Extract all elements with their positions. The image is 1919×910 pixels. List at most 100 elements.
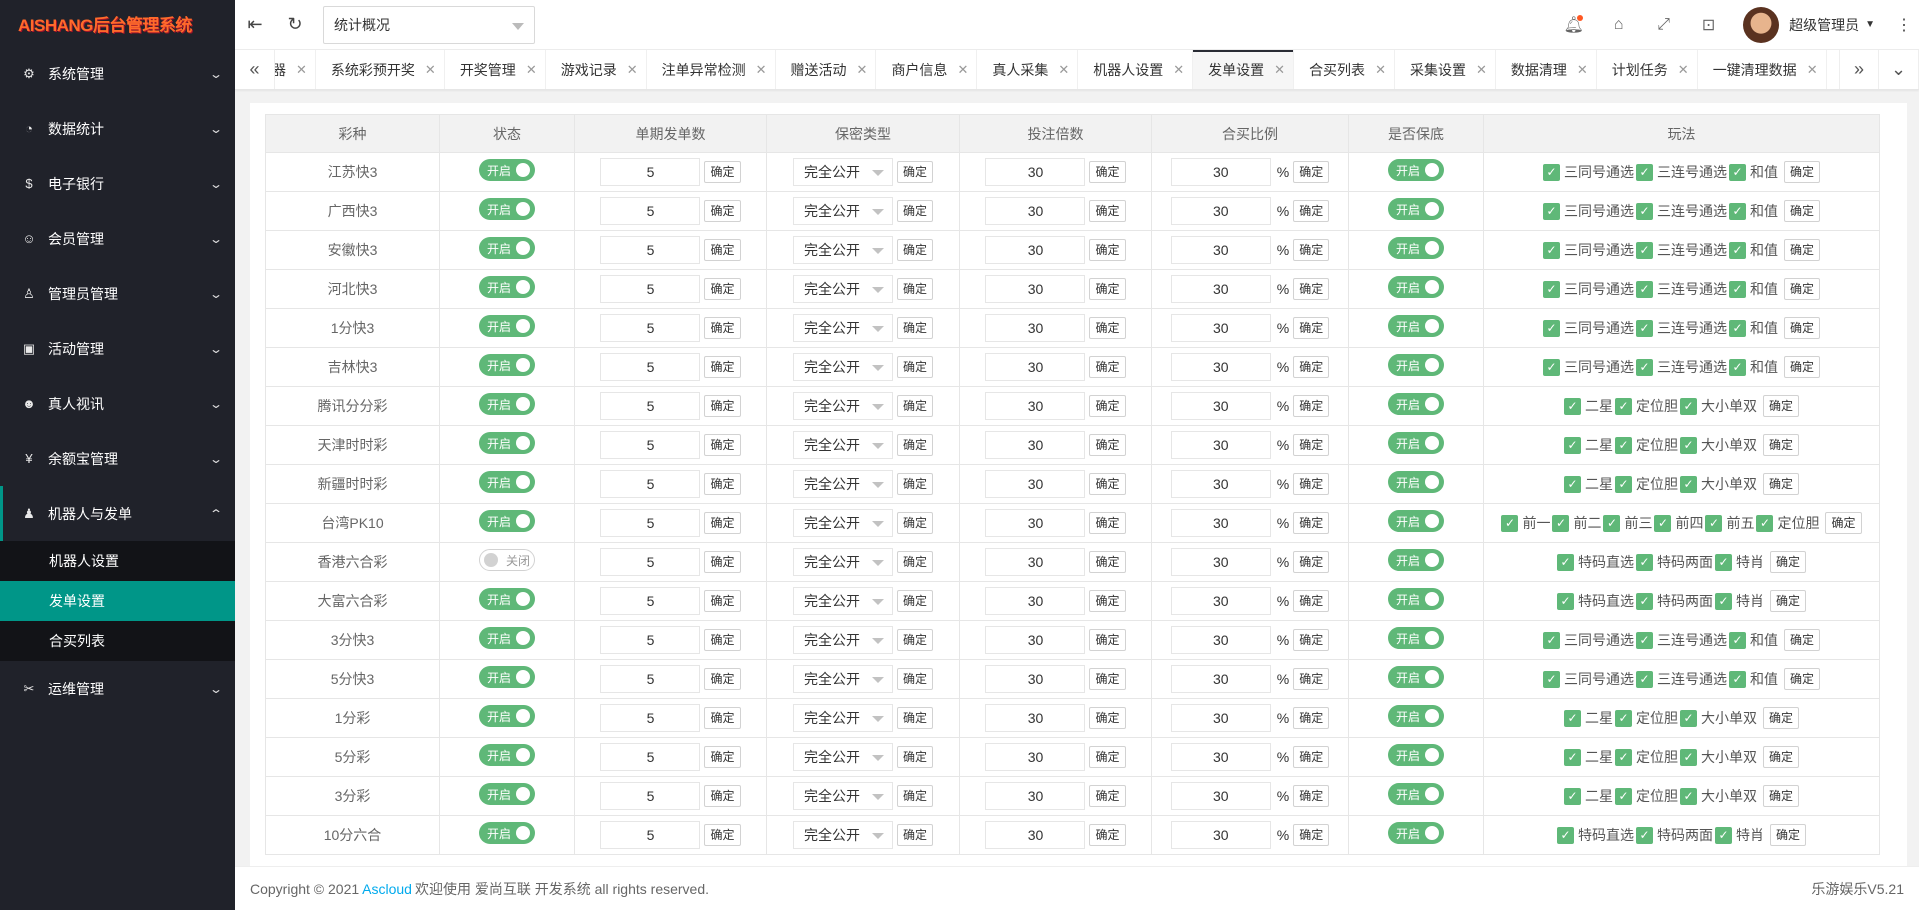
confirm-button[interactable]: 确定 bbox=[1825, 512, 1862, 534]
status-toggle[interactable]: 关闭 bbox=[479, 549, 535, 571]
tag-icon[interactable]: ⌂ bbox=[1596, 0, 1641, 50]
ratio-input[interactable]: 30 bbox=[1170, 626, 1271, 654]
tab-8[interactable]: 机器人设置 ✕ bbox=[1078, 50, 1194, 89]
play-checkbox[interactable]: ✓ 特码直选 bbox=[1556, 825, 1636, 845]
close-icon[interactable]: ✕ bbox=[756, 62, 767, 78]
play-checkbox[interactable]: ✓ 三连号通选 bbox=[1635, 357, 1729, 377]
play-checkbox[interactable]: ✓ 大小单双 bbox=[1679, 396, 1759, 416]
status-toggle[interactable]: 开启 bbox=[479, 198, 535, 220]
secrecy-select[interactable]: 完全公开 bbox=[792, 353, 893, 381]
confirm-button[interactable]: 确定 bbox=[1293, 551, 1330, 573]
confirm-button[interactable]: 确定 bbox=[1783, 161, 1820, 183]
guarantee-toggle[interactable]: 开启 bbox=[1388, 783, 1444, 805]
count-input[interactable]: 5 bbox=[600, 158, 701, 186]
tab-7[interactable]: 真人采集 ✕ bbox=[977, 50, 1079, 89]
confirm-button[interactable]: 确定 bbox=[1293, 356, 1330, 378]
play-checkbox[interactable]: ✓ 定位胆 bbox=[1614, 747, 1680, 767]
sidebar-item-1[interactable]: ◔ 数据统计 ⌄ bbox=[0, 101, 235, 156]
confirm-button[interactable]: 确定 bbox=[704, 590, 741, 612]
guarantee-toggle[interactable]: 开启 bbox=[1388, 666, 1444, 688]
confirm-button[interactable]: 确定 bbox=[1293, 512, 1330, 534]
play-checkbox[interactable]: ✓ 定位胆 bbox=[1614, 708, 1680, 728]
lock-icon[interactable]: ⊡ bbox=[1686, 0, 1731, 50]
confirm-button[interactable]: 确定 bbox=[896, 473, 933, 495]
multiple-input[interactable]: 30 bbox=[985, 626, 1086, 654]
confirm-button[interactable]: 确定 bbox=[896, 707, 933, 729]
guarantee-toggle[interactable]: 开启 bbox=[1388, 549, 1444, 571]
ratio-input[interactable]: 30 bbox=[1170, 548, 1271, 576]
confirm-button[interactable]: 确定 bbox=[1089, 356, 1126, 378]
confirm-button[interactable]: 确定 bbox=[704, 707, 741, 729]
play-checkbox[interactable]: ✓ 二星 bbox=[1563, 396, 1615, 416]
confirm-button[interactable]: 确定 bbox=[704, 395, 741, 417]
play-checkbox[interactable]: ✓ 三同号通选 bbox=[1542, 318, 1636, 338]
status-toggle[interactable]: 开启 bbox=[479, 822, 535, 844]
play-checkbox[interactable]: ✓ 三连号通选 bbox=[1635, 240, 1729, 260]
tab-9[interactable]: 发单设置 ✕ bbox=[1193, 50, 1295, 89]
play-checkbox[interactable]: ✓ 和值 bbox=[1728, 162, 1780, 182]
play-checkbox[interactable]: ✓ 前二 bbox=[1552, 513, 1603, 533]
guarantee-toggle[interactable]: 开启 bbox=[1388, 627, 1444, 649]
confirm-button[interactable]: 确定 bbox=[896, 200, 933, 222]
confirm-button[interactable]: 确定 bbox=[896, 551, 933, 573]
play-checkbox[interactable]: ✓ 前四 bbox=[1654, 513, 1705, 533]
confirm-button[interactable]: 确定 bbox=[1783, 629, 1820, 651]
ratio-input[interactable]: 30 bbox=[1170, 353, 1271, 381]
confirm-button[interactable]: 确定 bbox=[1293, 629, 1330, 651]
ratio-input[interactable]: 30 bbox=[1170, 782, 1271, 810]
secrecy-select[interactable]: 完全公开 bbox=[792, 587, 893, 615]
user-menu[interactable]: 超级管理员 ▼ bbox=[1731, 0, 1889, 50]
multiple-input[interactable]: 30 bbox=[985, 158, 1086, 186]
play-checkbox[interactable]: ✓ 三连号通选 bbox=[1635, 279, 1729, 299]
play-checkbox[interactable]: ✓ 三同号通选 bbox=[1542, 630, 1636, 650]
ratio-input[interactable]: 30 bbox=[1170, 743, 1271, 771]
play-checkbox[interactable]: ✓ 二星 bbox=[1563, 708, 1615, 728]
count-input[interactable]: 5 bbox=[600, 821, 701, 849]
confirm-button[interactable]: 确定 bbox=[704, 473, 741, 495]
close-icon[interactable]: ✕ bbox=[296, 62, 307, 78]
status-toggle[interactable]: 开启 bbox=[479, 432, 535, 454]
tab-6[interactable]: 商户信息 ✕ bbox=[876, 50, 978, 89]
play-checkbox[interactable]: ✓ 特码直选 bbox=[1556, 552, 1636, 572]
close-icon[interactable]: ✕ bbox=[526, 62, 537, 78]
count-input[interactable]: 5 bbox=[600, 236, 701, 264]
count-input[interactable]: 5 bbox=[600, 275, 701, 303]
play-checkbox[interactable]: ✓ 特码两面 bbox=[1635, 825, 1715, 845]
tab-2[interactable]: 开奖管理 ✕ bbox=[445, 50, 546, 89]
tab-12[interactable]: 数据清理 ✕ bbox=[1496, 50, 1597, 89]
play-checkbox[interactable]: ✓ 定位胆 bbox=[1756, 513, 1821, 533]
ratio-input[interactable]: 30 bbox=[1170, 704, 1271, 732]
play-checkbox[interactable]: ✓ 和值 bbox=[1728, 279, 1780, 299]
confirm-button[interactable]: 确定 bbox=[1089, 239, 1126, 261]
count-input[interactable]: 5 bbox=[600, 392, 701, 420]
play-checkbox[interactable]: ✓ 前五 bbox=[1705, 513, 1756, 533]
confirm-button[interactable]: 确定 bbox=[1089, 161, 1126, 183]
secrecy-select[interactable]: 完全公开 bbox=[792, 197, 893, 225]
confirm-button[interactable]: 确定 bbox=[1089, 278, 1126, 300]
refresh-icon[interactable]: ↻ bbox=[275, 0, 315, 50]
secrecy-select[interactable]: 完全公开 bbox=[792, 704, 893, 732]
play-checkbox[interactable]: ✓ 和值 bbox=[1728, 318, 1780, 338]
play-checkbox[interactable]: ✓ 大小单双 bbox=[1679, 786, 1759, 806]
guarantee-toggle[interactable]: 开启 bbox=[1388, 315, 1444, 337]
confirm-button[interactable]: 确定 bbox=[704, 668, 741, 690]
fullscreen-icon[interactable]: ⤢ bbox=[1641, 0, 1686, 50]
tab-10[interactable]: 合买列表 ✕ bbox=[1294, 50, 1395, 89]
guarantee-toggle[interactable]: 开启 bbox=[1388, 276, 1444, 298]
close-icon[interactable]: ✕ bbox=[1807, 62, 1818, 78]
confirm-button[interactable]: 确定 bbox=[1293, 161, 1330, 183]
ratio-input[interactable]: 30 bbox=[1170, 821, 1271, 849]
tab-1[interactable]: 系统彩预开奖 ✕ bbox=[316, 50, 445, 89]
count-input[interactable]: 5 bbox=[600, 626, 701, 654]
play-checkbox[interactable]: ✓ 三连号通选 bbox=[1635, 669, 1729, 689]
confirm-button[interactable]: 确定 bbox=[1293, 200, 1330, 222]
guarantee-toggle[interactable]: 开启 bbox=[1388, 510, 1444, 532]
sidebar-subitem-0[interactable]: 机器人设置 bbox=[0, 541, 235, 581]
ratio-input[interactable]: 30 bbox=[1170, 392, 1271, 420]
confirm-button[interactable]: 确定 bbox=[704, 239, 741, 261]
guarantee-toggle[interactable]: 开启 bbox=[1388, 393, 1444, 415]
confirm-button[interactable]: 确定 bbox=[1089, 785, 1126, 807]
confirm-button[interactable]: 确定 bbox=[1783, 239, 1820, 261]
secrecy-select[interactable]: 完全公开 bbox=[792, 314, 893, 342]
play-checkbox[interactable]: ✓ 二星 bbox=[1563, 747, 1615, 767]
